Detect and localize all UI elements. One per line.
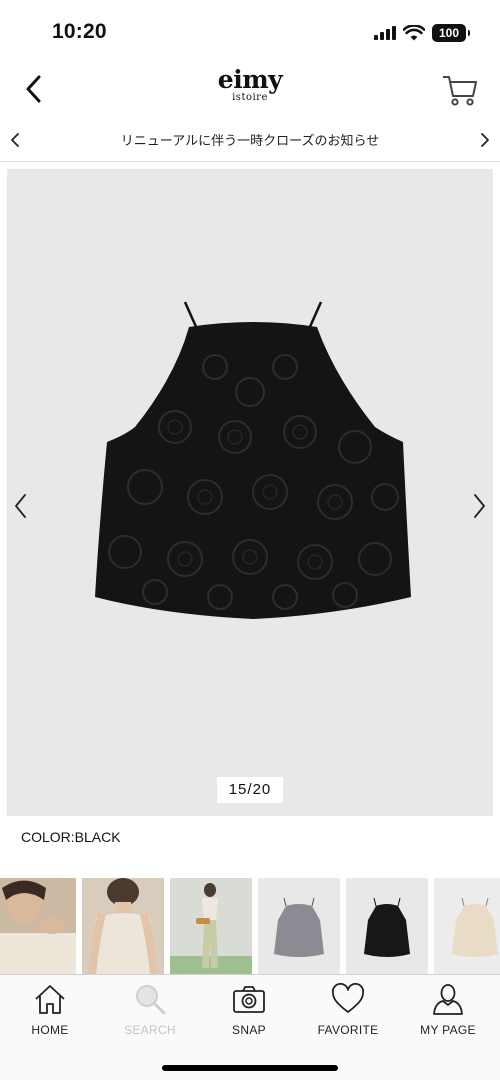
status-bar: 10:20 100 xyxy=(0,0,500,62)
bottom-navigation: HOME SEARCH SNAP FAVORITE MY PAGE xyxy=(0,974,500,1080)
announcement-bar: リニューアルに伴う一時クローズのお知らせ xyxy=(0,118,500,162)
search-icon xyxy=(136,985,166,1015)
status-icons: 100 xyxy=(374,23,470,43)
image-counter: 15/20 xyxy=(217,777,283,803)
announcement-prev-button[interactable] xyxy=(6,130,26,150)
gallery-prev-button[interactable] xyxy=(10,491,32,521)
thumbnail-model-closeup[interactable] xyxy=(0,878,76,974)
nav-search-label: SEARCH xyxy=(124,1023,176,1037)
nav-home-label: HOME xyxy=(31,1023,69,1037)
cellular-signal-icon xyxy=(374,26,396,40)
announcement-link[interactable]: リニューアルに伴う一時クローズのお知らせ xyxy=(60,130,440,149)
nav-my-page-label: MY PAGE xyxy=(420,1023,476,1037)
back-button[interactable] xyxy=(20,72,50,106)
chevron-left-icon xyxy=(11,133,19,147)
color-label: COLOR:BLACK xyxy=(21,829,121,845)
cart-icon xyxy=(443,76,477,106)
brand-logo[interactable]: eimy istoire xyxy=(200,65,300,103)
cart-button[interactable] xyxy=(440,70,480,110)
camera-icon xyxy=(233,986,265,1013)
app-header: eimy istoire xyxy=(0,62,500,118)
nav-search[interactable]: SEARCH xyxy=(100,981,200,1045)
thumbnail-strip xyxy=(0,878,500,974)
home-indicator[interactable] xyxy=(162,1065,338,1071)
thumbnail-model-back[interactable] xyxy=(82,878,164,974)
announcement-next-button[interactable] xyxy=(474,130,494,150)
nav-favorite[interactable]: FAVORITE xyxy=(298,981,398,1045)
product-image-black-halter-top xyxy=(95,301,411,619)
logo-sub-text: istoire xyxy=(232,92,268,103)
gallery-next-button[interactable] xyxy=(468,491,490,521)
nav-snap[interactable]: SNAP xyxy=(199,981,299,1045)
thumbnail-top-black[interactable] xyxy=(346,878,428,974)
chevron-left-icon xyxy=(15,494,26,518)
heart-icon xyxy=(331,982,365,1013)
logo-main-text: eimy xyxy=(217,65,283,94)
nav-my-page[interactable]: MY PAGE xyxy=(398,981,498,1045)
chevron-right-icon xyxy=(474,494,485,518)
nav-favorite-label: FAVORITE xyxy=(317,1023,379,1037)
thumbnail-top-ivory[interactable] xyxy=(434,878,500,974)
battery-icon: 100 xyxy=(432,24,470,42)
chevron-left-icon xyxy=(26,75,41,103)
status-time: 10:20 xyxy=(52,20,107,43)
thumbnail-top-grey[interactable] xyxy=(258,878,340,974)
nav-snap-label: SNAP xyxy=(232,1023,266,1037)
product-gallery[interactable]: 15/20 xyxy=(7,169,493,816)
chevron-right-icon xyxy=(481,133,489,147)
user-icon xyxy=(433,984,463,1015)
home-icon xyxy=(35,985,65,1014)
thumbnail-model-full[interactable] xyxy=(170,878,252,974)
wifi-icon xyxy=(403,25,425,41)
nav-home[interactable]: HOME xyxy=(0,981,100,1045)
